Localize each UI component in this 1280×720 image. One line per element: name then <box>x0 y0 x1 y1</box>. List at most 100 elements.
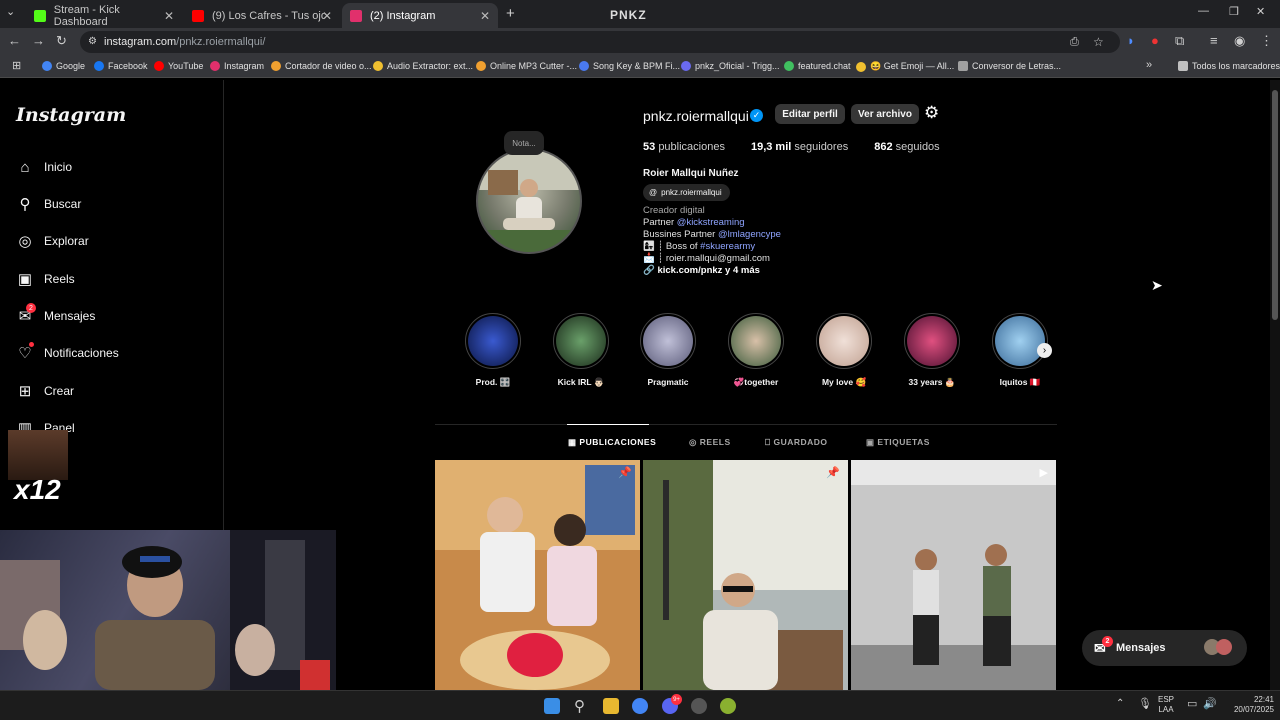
more-bookmarks-icon[interactable]: » <box>1146 59 1152 71</box>
following-stat[interactable]: 862 seguidos <box>874 141 939 153</box>
tray-chevron-icon[interactable]: ⌃ <box>1116 698 1124 709</box>
bio-line: Partner @kickstreaming <box>643 217 745 228</box>
tabs-divider <box>435 424 1057 425</box>
kick-icon <box>34 9 46 22</box>
bookmark-get-emoji[interactable]: 😆 Get Emoji — All... <box>856 61 954 72</box>
tab-etiquetas[interactable]: ▣ ETIQUETAS <box>866 437 930 448</box>
edit-profile-button[interactable]: Editar perfil <box>775 104 845 124</box>
language-indicator[interactable]: ESP LAA <box>1158 695 1174 715</box>
stream-logo: PNKZ <box>610 8 647 22</box>
apps-icon[interactable]: ⊞ <box>12 59 21 72</box>
sidebar-item-mensajes[interactable]: ✉ Mensajes 2 <box>16 303 95 325</box>
highlight-item[interactable]: My love 🥰 <box>814 313 874 388</box>
scrollbar-thumb[interactable] <box>1272 90 1278 320</box>
threads-badge[interactable]: @ pnkz.roiermallqui <box>643 184 730 201</box>
tab-youtube[interactable]: (9) Los Cafres - Tus ojos (DVD ' ✕ <box>184 3 340 28</box>
settings-gear-icon[interactable]: ⚙ <box>924 103 939 123</box>
bookmark-video-cutter[interactable]: Cortador de video o... <box>271 61 372 71</box>
bookmark-pnkz-oficial[interactable]: pnkz_Oficial - Trigg... <box>681 61 780 71</box>
bookmark-featured-chat[interactable]: featured.chat <box>784 61 851 71</box>
network-icon[interactable]: ▭ <box>1187 697 1197 710</box>
reload-icon[interactable]: ↻ <box>56 33 67 49</box>
install-icon[interactable]: ⎙ <box>1070 31 1079 53</box>
address-bar[interactable]: ⚙ instagram.com/pnkz.roiermallqui/ ⎙ ☆ <box>80 31 1120 53</box>
extension-red-icon[interactable]: ● <box>1151 33 1159 48</box>
sidebar-item-reels[interactable]: ▣ Reels <box>16 270 75 288</box>
tab-publicaciones[interactable]: ▦ PUBLICACIONES <box>568 437 656 448</box>
tab-reels[interactable]: ◎ REELS <box>689 437 731 448</box>
bookmark-instagram[interactable]: Instagram <box>210 61 264 71</box>
mic-icon[interactable]: 🎙 <box>1138 697 1152 710</box>
close-icon[interactable]: ✕ <box>322 9 332 23</box>
browser-tab-bar: ⌄ Stream - Kick Dashboard ✕ (9) Los Cafr… <box>0 0 1280 28</box>
file-explorer-icon[interactable] <box>603 698 619 714</box>
bookmark-mp3-cutter[interactable]: Online MP3 Cutter -... <box>476 61 577 71</box>
restore-icon[interactable]: ❐ <box>1229 5 1239 18</box>
note-bubble[interactable]: Nota... <box>504 131 544 155</box>
bio-mention-link[interactable]: @lmlagencype <box>718 229 781 240</box>
view-archive-button[interactable]: Ver archivo <box>851 104 919 124</box>
bio-mention-link[interactable]: @kickstreaming <box>677 217 745 228</box>
menu-icon[interactable]: ⋮ <box>1260 33 1273 49</box>
post-thumbnail[interactable]: 📌 <box>435 460 640 690</box>
forward-icon[interactable]: → <box>32 33 45 48</box>
reels-icon: ◎ <box>689 437 700 447</box>
sidebar-item-inicio[interactable]: ⌂ Inicio <box>16 158 72 176</box>
followers-stat[interactable]: 19,3 mil seguidores <box>751 141 848 153</box>
chrome-icon[interactable] <box>632 698 648 714</box>
bookmark-conversor[interactable]: Conversor de Letras... <box>958 61 1061 71</box>
bookmark-star-icon[interactable]: ☆ <box>1093 31 1104 53</box>
back-icon[interactable]: ← <box>8 33 21 48</box>
close-icon[interactable]: ✕ <box>480 9 490 23</box>
highlight-item[interactable]: 💞together <box>726 313 786 388</box>
volume-icon[interactable]: 🔊 <box>1203 697 1217 710</box>
tab-guardado[interactable]: ⎕ GUARDADO <box>765 437 828 448</box>
tab-instagram[interactable]: (2) Instagram ✕ <box>342 3 498 28</box>
search-icon[interactable]: ⚲ <box>574 697 585 715</box>
extension-icon[interactable]: ◗ <box>1127 33 1135 48</box>
bookmark-youtube[interactable]: YouTube <box>154 61 203 71</box>
highlight-item[interactable]: Kick IRL 👨🏻 <box>551 313 611 388</box>
post-thumbnail[interactable]: 📌 <box>643 460 848 690</box>
site-info-icon[interactable]: ⚙ <box>88 31 97 53</box>
app-icon[interactable] <box>691 698 707 714</box>
profile-stats: 53 publicaciones 19,3 mil seguidores 862… <box>643 141 940 153</box>
windows-start-icon[interactable] <box>544 698 560 714</box>
bookmark-song-key[interactable]: Song Key & BPM Fi... <box>579 61 680 71</box>
post-thumbnail[interactable]: ▶ <box>851 460 1056 690</box>
overlay-emote-image <box>8 430 68 480</box>
profile-avatar-icon[interactable]: ◉ <box>1234 33 1245 49</box>
highlight-item[interactable]: Pragmatic <box>638 313 698 387</box>
messages-pill-badge: 2 <box>1102 636 1113 647</box>
bio-hashtag-link[interactable]: #skuerearmy <box>700 241 755 252</box>
instagram-logo[interactable]: Instagram <box>16 104 126 126</box>
close-icon[interactable]: ✕ <box>164 9 174 23</box>
highlight-item[interactable]: Prod. 🎛️ <box>463 313 523 388</box>
close-window-icon[interactable]: ✕ <box>1256 5 1265 18</box>
sidebar-item-explorar[interactable]: ◎ Explorar <box>16 232 88 250</box>
reels-icon: ▣ <box>17 271 33 288</box>
scrollbar[interactable] <box>1270 80 1280 690</box>
bookmark-facebook[interactable]: Facebook <box>94 61 148 71</box>
media-icon[interactable]: ≡ <box>1210 33 1218 48</box>
profile-avatar[interactable] <box>476 148 582 254</box>
tab-search-icon[interactable]: ⌄ <box>6 5 15 18</box>
grid-icon: ▦ <box>568 437 580 447</box>
sidebar-item-notificaciones[interactable]: ♡ Notificaciones <box>16 342 119 362</box>
sidebar-item-crear[interactable]: ⊞ Crear <box>16 382 74 400</box>
clock[interactable]: 22:41 20/07/2025 <box>1222 695 1274 715</box>
highlight-item[interactable]: 33 years 🎂 <box>902 313 962 388</box>
bio-external-link[interactable]: 🔗 kick.com/pnkz y 4 más <box>643 265 781 277</box>
minimize-icon[interactable]: — <box>1198 5 1209 17</box>
profile-bio: Creador digital Partner @kickstreaming B… <box>643 205 781 277</box>
all-bookmarks[interactable]: Todos los marcadores <box>1178 61 1280 71</box>
bookmark-google[interactable]: Google <box>42 61 85 71</box>
puzzle-icon[interactable]: ⧉ <box>1175 33 1184 49</box>
sidebar-item-buscar[interactable]: ⚲ Buscar <box>16 195 82 213</box>
bookmark-audio-extractor[interactable]: Audio Extractor: ext... <box>373 61 473 71</box>
new-tab-icon[interactable]: + <box>506 5 515 22</box>
chevron-right-icon[interactable]: › <box>1037 343 1052 358</box>
app-icon[interactable] <box>720 698 736 714</box>
tab-kick-dashboard[interactable]: Stream - Kick Dashboard ✕ <box>26 3 182 28</box>
messages-pill[interactable]: ✉ 2 Mensajes <box>1082 630 1247 666</box>
